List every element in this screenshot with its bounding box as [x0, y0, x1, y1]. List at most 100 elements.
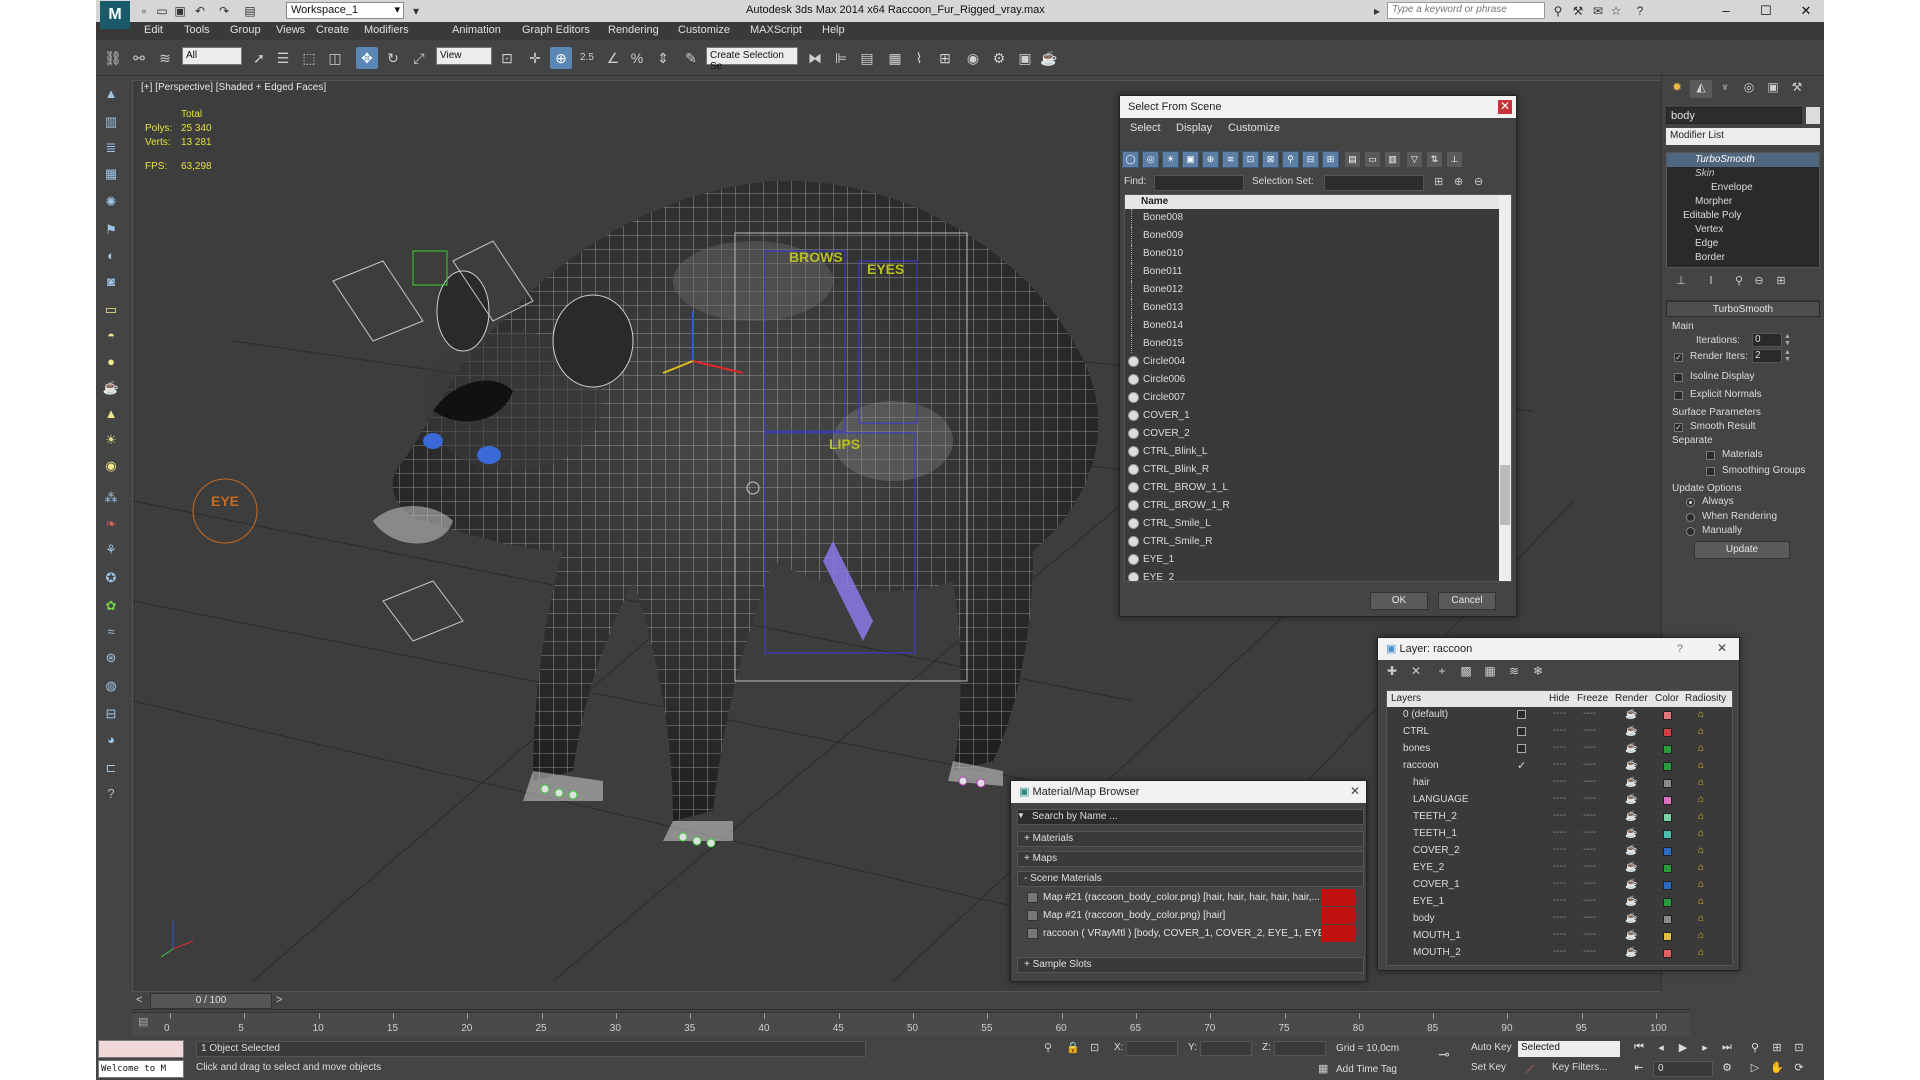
- help-icon[interactable]: ?: [1677, 638, 1683, 660]
- layer-row[interactable]: raccoon ✓ ---- ---- ☕ ⌂: [1387, 758, 1732, 775]
- play-icon[interactable]: ▶: [1674, 1041, 1692, 1057]
- add-time-tag-button[interactable]: Add Time Tag: [1336, 1064, 1397, 1075]
- filter-funnel-icon[interactable]: ▽: [1406, 151, 1423, 168]
- material-item[interactable]: Map #21 (raccoon_body_color.png) [hair]: [1027, 907, 1355, 924]
- smooth-result-checkbox[interactable]: ✓: [1674, 423, 1683, 432]
- close-icon[interactable]: ✕: [1715, 642, 1729, 656]
- layer-name[interactable]: COVER_1: [1413, 879, 1460, 890]
- layer-color-swatch[interactable]: [1663, 847, 1672, 856]
- key-mode-dropdown[interactable]: Selected: [1518, 1041, 1620, 1057]
- toggle-dash[interactable]: ----: [1553, 776, 1566, 787]
- help-icon[interactable]: ?: [1632, 3, 1648, 19]
- project-folder-icon[interactable]: ▤: [242, 3, 258, 19]
- isolate-icon[interactable]: ⚲: [1044, 1041, 1052, 1054]
- render-setup-icon[interactable]: ⚙: [988, 47, 1010, 69]
- camera-icon[interactable]: ◙: [100, 274, 122, 294]
- toggle-dash[interactable]: ----: [1553, 810, 1566, 821]
- sfs-menu-select[interactable]: Select: [1130, 122, 1161, 134]
- render-teapot-icon[interactable]: ☕: [1625, 743, 1637, 754]
- toggle-dash[interactable]: ----: [1553, 827, 1566, 838]
- ok-button[interactable]: OK: [1370, 592, 1428, 610]
- radiosity-icon[interactable]: ⌂: [1698, 845, 1710, 857]
- layer-color-swatch[interactable]: [1663, 762, 1672, 771]
- pivot-center-icon[interactable]: ⊡: [496, 47, 518, 69]
- render-teapot-icon[interactable]: ☕: [1625, 845, 1637, 856]
- hair-icon[interactable]: ≈: [100, 624, 122, 644]
- layer-name[interactable]: raccoon: [1403, 760, 1439, 771]
- radiosity-icon[interactable]: ⌂: [1698, 726, 1710, 738]
- render-teapot-icon[interactable]: ☕: [1625, 777, 1637, 788]
- when-rendering-radio[interactable]: [1686, 513, 1695, 522]
- iterations-spinner[interactable]: 0: [1752, 333, 1782, 347]
- box-icon[interactable]: ▭: [100, 302, 122, 322]
- toggle-dash[interactable]: ----: [1583, 725, 1596, 736]
- selection-filter-dropdown[interactable]: All: [182, 47, 242, 65]
- select-and-rotate-icon[interactable]: ↻: [382, 47, 404, 69]
- particles-icon[interactable]: ⁂: [100, 490, 122, 510]
- menu-views[interactable]: Views: [276, 24, 305, 36]
- sfs-menu-display[interactable]: Display: [1176, 122, 1212, 134]
- scene-object-row[interactable]: Circle004: [1125, 353, 1511, 371]
- filter-lights-icon[interactable]: ☀: [1162, 151, 1179, 168]
- go-to-start-icon[interactable]: ⏮: [1630, 1041, 1648, 1057]
- scene-object-row[interactable]: Circle006: [1125, 371, 1511, 389]
- workspace-menu-icon[interactable]: ▾: [408, 3, 424, 19]
- select-in-layer-icon[interactable]: ▩: [1458, 664, 1474, 680]
- close-icon[interactable]: ✕: [1348, 785, 1362, 799]
- toggle-dash[interactable]: ----: [1583, 844, 1596, 855]
- zoom-all-icon[interactable]: ⊞: [1768, 1041, 1786, 1057]
- scene-materials-section[interactable]: - Scene Materials: [1017, 871, 1364, 887]
- favorites-star-icon[interactable]: ☆: [1608, 3, 1624, 19]
- scene-list-scrollbar[interactable]: [1499, 195, 1511, 581]
- cone-icon[interactable]: ▲: [100, 406, 122, 426]
- scene-object-row[interactable]: Bone009: [1125, 227, 1511, 245]
- col-hide[interactable]: Hide: [1549, 693, 1570, 704]
- toggle-dash[interactable]: ----: [1583, 895, 1596, 906]
- filter-containers-icon[interactable]: ⊟: [1302, 151, 1319, 168]
- mini-curve-editor-icon[interactable]: ▤: [138, 1015, 148, 1028]
- hide-all-icon[interactable]: ≋: [1506, 664, 1522, 680]
- toggle-dash[interactable]: ----: [1553, 895, 1566, 906]
- always-radio[interactable]: [1686, 498, 1695, 507]
- cloth-icon[interactable]: ⊛: [100, 650, 122, 670]
- selection-set-dropdown[interactable]: [1324, 175, 1424, 191]
- filter-frozen-icon[interactable]: ⊞: [1322, 151, 1339, 168]
- manually-radio[interactable]: [1686, 527, 1695, 536]
- scene-object-row[interactable]: CTRL_Smile_L: [1125, 515, 1511, 533]
- scene-object-row[interactable]: Bone008: [1125, 209, 1511, 227]
- select-invert-icon[interactable]: ▥: [1384, 151, 1401, 168]
- close-window-button[interactable]: ✕: [1786, 0, 1824, 22]
- hierarchy-icon[interactable]: ⊥: [1446, 151, 1463, 168]
- time-tag-icon[interactable]: ▦: [1318, 1062, 1328, 1075]
- remove-from-set-icon[interactable]: ⊖: [1474, 175, 1483, 188]
- rectangular-selection-icon[interactable]: ⬚: [298, 47, 320, 69]
- keyword-search-input[interactable]: Type a keyword or phrase: [1387, 2, 1545, 19]
- unlink-icon[interactable]: ⚯: [128, 47, 150, 69]
- layer-color-swatch[interactable]: [1663, 881, 1672, 890]
- x-coordinate-field[interactable]: [1126, 1041, 1178, 1056]
- toggle-dash[interactable]: ----: [1583, 861, 1596, 872]
- globe-icon[interactable]: ✪: [100, 570, 122, 590]
- sfs-menu-customize[interactable]: Customize: [1228, 122, 1280, 134]
- scene-object-row[interactable]: Bone012: [1125, 281, 1511, 299]
- scene-object-row[interactable]: COVER_1: [1125, 407, 1511, 425]
- layer-name[interactable]: EYE_2: [1413, 862, 1444, 873]
- key-filter-icon[interactable]: ⟋: [1526, 1064, 1534, 1077]
- radiosity-icon[interactable]: ⌂: [1698, 777, 1710, 789]
- render-teapot-icon[interactable]: ☕: [1625, 709, 1637, 720]
- list-icon[interactable]: ≣: [100, 140, 122, 160]
- isoline-display-checkbox[interactable]: [1674, 373, 1683, 382]
- render-iters-spinner[interactable]: 2: [1752, 349, 1782, 363]
- render-teapot-icon[interactable]: ☕: [1625, 794, 1637, 805]
- object-name-field[interactable]: body: [1666, 107, 1802, 124]
- menu-customize[interactable]: Customize: [678, 24, 730, 36]
- create-tab-icon[interactable]: ✹: [1666, 80, 1688, 98]
- render-icon[interactable]: ▥: [100, 114, 122, 134]
- add-to-layer-icon[interactable]: +: [1434, 664, 1450, 680]
- orbit-icon[interactable]: ⟳: [1790, 1061, 1808, 1077]
- key-filters-button[interactable]: Key Filters...: [1552, 1062, 1608, 1073]
- audio-icon[interactable]: ◐: [100, 248, 122, 268]
- go-to-end-icon[interactable]: ⏭: [1718, 1041, 1736, 1057]
- maxscript-mini-listener[interactable]: Welcome to M: [98, 1060, 184, 1078]
- scene-object-row[interactable]: EYE_1: [1125, 551, 1511, 569]
